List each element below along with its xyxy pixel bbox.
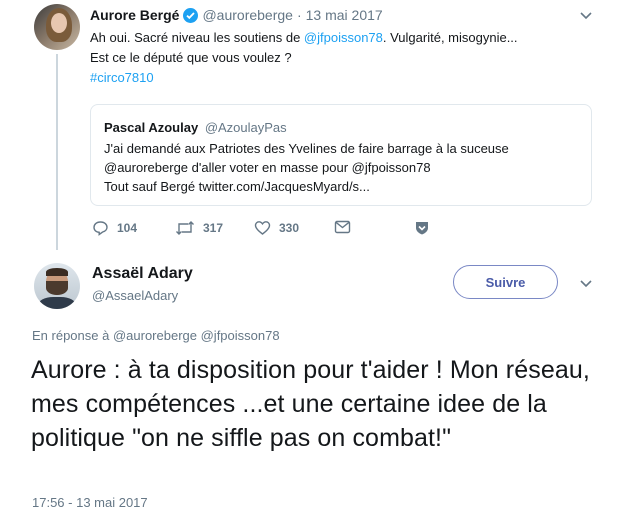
thread-line [56,54,58,250]
mention-link[interactable]: @jfpoisson78 [304,30,383,45]
focus-author-name[interactable]: Assaël Adary [92,265,193,283]
parent-author-handle[interactable]: @auroreberge [202,7,293,23]
quoted-line: @auroreberge d'aller voter en masse pour… [104,160,431,175]
quoted-tweet-header: Pascal Azoulay @AzoulayPas [104,120,287,135]
heart-icon [254,221,271,235]
like-count: 330 [279,221,300,235]
avatar-shirt [38,297,76,309]
reply-button[interactable]: 104 [92,220,137,236]
quoted-tweet-text: J'ai demandé aux Patriotes des Yvelines … [104,139,574,196]
tweet-activity-button[interactable] [414,220,430,236]
avatar-beard [46,281,68,295]
text-segment: Ah oui. Sacré niveau les soutiens de [90,30,304,45]
parent-tweet: Aurore Bergé @auroreberge · 13 mai 2017 … [0,0,621,250]
verified-badge-icon [183,7,199,23]
focus-tweet-timestamp[interactable]: 17:56 - 13 mai 2017 [32,495,148,510]
avatar-aurore[interactable] [34,4,80,50]
quoted-author-handle: @AzoulayPas [204,120,287,135]
focus-author-handle[interactable]: @AssaelAdary [92,288,178,303]
tweet-actions: 104 317 330 [92,220,437,240]
reply-icon [93,221,108,236]
like-button[interactable]: 330 [254,220,299,236]
reply-count: 104 [117,221,138,235]
parent-text-line2: Est ce le député que vous voulez ? [90,50,292,65]
chevron-down-icon[interactable] [579,279,593,289]
parent-author-name[interactable]: Aurore Bergé [90,7,179,23]
envelope-icon [334,220,351,234]
reply-prefix: En réponse à [32,328,110,343]
reply-handles-link[interactable]: @auroreberge @jfpoisson78 [113,328,280,343]
chevron-down-icon[interactable] [579,11,593,21]
quoted-line: Tout sauf Bergé twitter.com/JacquesMyard… [104,179,370,194]
focus-tweet-text: Aurore : à ta disposition pour t'aider !… [31,356,590,452]
parent-tweet-header: Aurore Bergé @auroreberge · 13 mai 2017 [90,7,383,23]
parent-tweet-date[interactable]: 13 mai 2017 [306,7,383,23]
follow-button[interactable]: Suivre [453,265,558,299]
text-segment: . Vulgarité, misogynie... [382,30,518,45]
focus-tweet: Assaël Adary @AssaelAdary Suivre En répo… [0,255,621,522]
retweet-button[interactable]: 317 [175,220,223,236]
avatar-face [51,13,67,33]
parent-text-line1: Ah oui. Sacré niveau les soutiens de @jf… [90,28,590,48]
hashtag-link[interactable]: #circo7810 [90,68,590,88]
date-separator: · [296,7,302,23]
shield-icon [416,222,428,235]
quoted-tweet[interactable]: Pascal Azoulay @AzoulayPas J'ai demandé … [90,104,592,206]
avatar-assael[interactable] [34,263,80,309]
retweet-icon [176,221,194,235]
quoted-line: J'ai demandé aux Patriotes des Yvelines … [104,141,509,156]
parent-tweet-text: Ah oui. Sacré niveau les soutiens de @jf… [90,28,590,88]
direct-message-button[interactable] [334,220,351,234]
quoted-author-name: Pascal Azoulay [104,120,199,135]
reply-context: En réponse à @auroreberge @jfpoisson78 [32,328,280,343]
avatar-hair [46,268,68,276]
retweet-count: 317 [203,221,224,235]
